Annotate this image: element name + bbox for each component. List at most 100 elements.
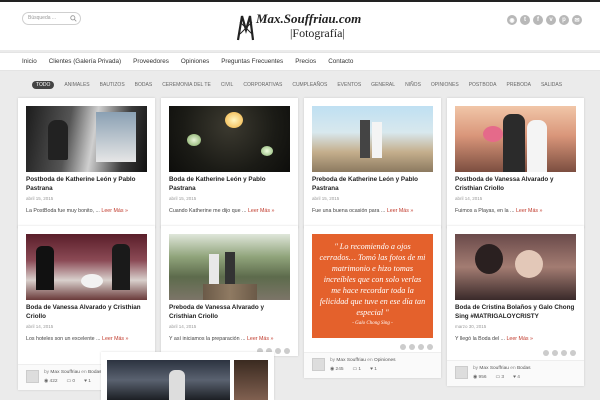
filter-ceremonia[interactable]: CEREMONIA DEL TE [162,82,211,88]
post-thumbnail[interactable] [169,234,290,300]
read-more-link[interactable]: Leer Más » [516,208,543,214]
filter-opiniones[interactable]: OPINIONES [431,82,459,88]
post-title[interactable]: Boda de Cristina Bolaños y Galo Chong Si… [455,303,576,321]
share-icons [400,344,433,350]
post-date: abril 14, 2015 [455,196,483,201]
read-more-link[interactable]: Leer Más » [102,336,129,342]
comments-count[interactable]: ▭ 1 [353,367,362,372]
post-date: abril 14, 2015 [169,324,197,329]
read-more-link[interactable]: Leer Más » [248,208,275,214]
post-excerpt: Fue una buena ocasión para ... Leer Más … [312,208,414,214]
author-avatar[interactable] [26,370,39,383]
nav-item-inicio[interactable]: Inicio [22,53,44,65]
post-excerpt: Y así iniciamos la preparación ... Leer … [169,336,274,342]
post-title[interactable]: Boda de Katherine León y Pablo Pastrana [169,175,290,193]
post-title[interactable]: Postboda de Vanessa Alvarado y Cristhian… [455,175,576,193]
rss-icon[interactable]: ◉ [507,15,517,25]
post-excerpt: La PostBoda fue muy bonito, ... Leer Más… [26,208,128,214]
post-card: Preboda de Vanessa Alvarado y Cristhian … [161,226,298,356]
post-date: marzo 30, 2015 [455,324,487,329]
post-thumbnail-secondary[interactable] [234,360,268,400]
testimonial-quote: " Lo recomiendo a ojos cerrados… Tomó la… [312,234,433,338]
post-thumbnail[interactable] [312,106,433,172]
post-thumbnail[interactable] [26,234,147,300]
logo-mark-icon [236,15,255,41]
likes-count[interactable]: ♥ 1 [370,367,377,372]
filter-todo[interactable]: TODO [32,81,55,89]
nav-item-preguntas[interactable]: Preguntas Frecuentes [221,53,290,65]
nav-item-precios[interactable]: Precios [295,53,323,65]
post-title[interactable]: Postboda de Katherine León y Pablo Pastr… [26,175,147,193]
twitter-share-icon[interactable] [418,344,424,350]
author-avatar[interactable] [455,366,468,379]
comments-count[interactable]: ▭ 3 [496,375,505,380]
author-link[interactable]: Max Souffriau [336,358,366,363]
author-avatar[interactable] [312,358,325,371]
post-footer: by Max Souffriau en Bodas ◉ 956 ▭ 3 ♥ 4 [447,360,584,386]
likes-count[interactable]: ♥ 4 [513,375,520,380]
twitter-share-icon[interactable] [275,348,281,354]
category-link[interactable]: Opiniones [374,358,396,363]
read-more-link[interactable]: Leer Más » [101,208,128,214]
filter-postboda[interactable]: POSTBODA [469,82,497,88]
facebook-icon[interactable]: f [533,15,543,25]
post-stats: ◉ 245 ▭ 1 ♥ 1 [330,367,377,372]
pinterest-share-icon[interactable] [400,344,406,350]
author-link[interactable]: Max Souffriau [50,370,80,375]
facebook-share-icon[interactable] [284,348,290,354]
post-excerpt: Los hoteles son un excelente ... Leer Má… [26,336,129,342]
filter-bodas[interactable]: BODAS [135,82,153,88]
post-thumbnail[interactable] [169,106,290,172]
post-date: abril 14, 2015 [26,324,54,329]
filter-general[interactable]: GENERAL [371,82,395,88]
likes-count[interactable]: ♥ 1 [84,379,91,384]
filter-preboda[interactable]: PREBODA [507,82,531,88]
views-count: ◉ 422 [44,379,58,384]
filter-ninos[interactable]: NIÑOS [405,82,421,88]
post-title[interactable]: Boda de Vanessa Alvarado y Cristhian Cri… [26,303,147,321]
author-link[interactable]: Max Souffriau [479,366,509,371]
post-thumbnail[interactable] [26,106,147,172]
google-share-icon[interactable] [552,350,558,356]
vimeo-icon[interactable]: v [546,15,556,25]
filter-corporativas[interactable]: CORPORATIVAS [243,82,282,88]
filter-salidas[interactable]: SALIDAS [541,82,562,88]
views-count: ◉ 245 [330,367,344,372]
search-icon[interactable] [70,15,77,22]
site-logo[interactable]: Max.Souffriau.com |Fotografía| [236,10,366,44]
twitter-share-icon[interactable] [561,350,567,356]
category-link[interactable]: Bodas [517,366,531,371]
nav-item-proveedores[interactable]: Proveedores [133,53,176,65]
nav-item-contacto[interactable]: Contacto [328,53,360,65]
facebook-share-icon[interactable] [427,344,433,350]
search-input[interactable]: Búsqueda ... [22,12,81,25]
read-more-link[interactable]: Leer Más » [387,208,414,214]
post-thumbnail[interactable] [455,234,576,300]
nav-item-opiniones[interactable]: Opiniones [181,53,216,65]
filter-civil[interactable]: CIVIL [221,82,234,88]
post-excerpt: Fuimos a Playas, en la ... Leer Más » [455,208,543,214]
post-meta: by Max Souffriau en Bodas [473,366,531,371]
email-icon[interactable]: ✉ [572,15,582,25]
post-title[interactable]: Preboda de Katherine León y Pablo Pastra… [312,175,433,193]
filter-cumpleanos[interactable]: CUMPLEAÑOS [292,82,327,88]
post-stats: ◉ 956 ▭ 3 ♥ 4 [473,375,520,380]
pinterest-icon[interactable]: p [559,15,569,25]
post-title[interactable]: Preboda de Vanessa Alvarado y Cristhian … [169,303,290,321]
post-excerpt: Cuando Katherine me dijo que ... Leer Má… [169,208,275,214]
nav-item-clientes[interactable]: Clientes (Galería Privada) [49,53,128,65]
filter-eventos[interactable]: EVENTOS [337,82,361,88]
google-share-icon[interactable] [409,344,415,350]
pinterest-share-icon[interactable] [543,350,549,356]
read-more-link[interactable]: Leer Más » [506,336,533,342]
comments-count[interactable]: ▭ 0 [67,379,76,384]
post-thumbnail[interactable] [107,360,230,400]
post-thumbnail[interactable] [455,106,576,172]
read-more-link[interactable]: Leer Más » [247,336,274,342]
filter-bautizos[interactable]: BAUTIZOS [100,82,125,88]
filter-animales[interactable]: ANIMALES [64,82,89,88]
facebook-share-icon[interactable] [570,350,576,356]
category-link[interactable]: Bodas [88,370,102,375]
post-date: abril 15, 2015 [312,196,340,201]
twitter-icon[interactable]: t [520,15,530,25]
